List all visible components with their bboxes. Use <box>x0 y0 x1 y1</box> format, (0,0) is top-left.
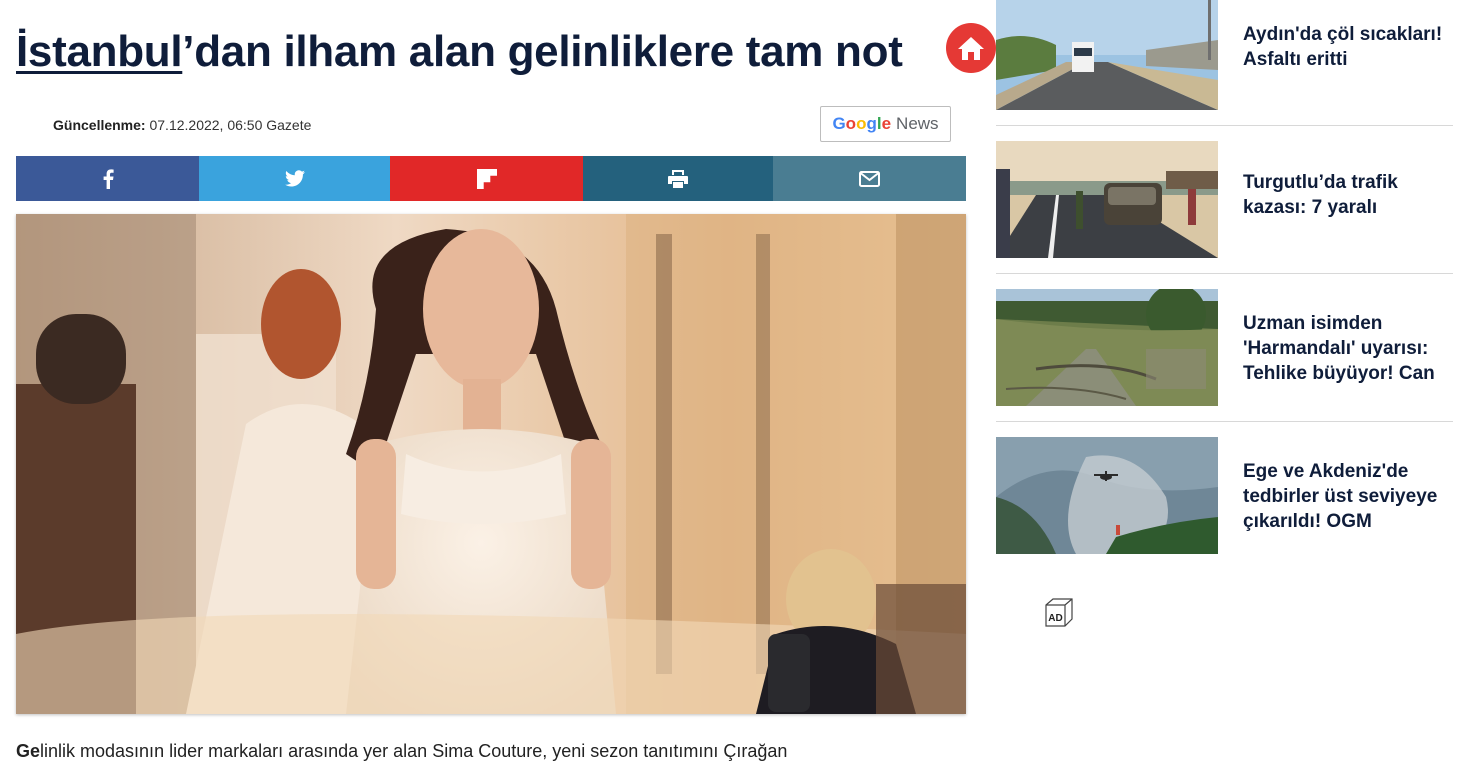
share-flipboard-button[interactable] <box>390 156 583 201</box>
share-twitter-button[interactable] <box>199 156 390 201</box>
news-thumbnail <box>996 289 1218 406</box>
share-bar <box>16 156 966 201</box>
article-lead: Gelinlik modasının lider markaları arası… <box>16 741 787 762</box>
related-news-item[interactable]: Uzman isimden 'Harmandalı' uyarısı: Tehl… <box>996 289 1453 407</box>
related-news-title: Uzman isimden 'Harmandalı' uyarısı: Tehl… <box>1243 313 1435 384</box>
news-thumbnail <box>996 0 1218 110</box>
title-rest: ’dan ilham alan gelinliklere tam not <box>182 27 903 76</box>
related-news-item[interactable]: Ege ve Akdeniz'de tedbirler üst seviyeye… <box>996 437 1453 555</box>
divider <box>996 421 1453 422</box>
google-logo-letter: G <box>832 114 846 133</box>
flipboard-icon <box>476 168 497 189</box>
share-print-button[interactable] <box>583 156 773 201</box>
lead-text: linlik modasının lider markaları arasınd… <box>40 741 788 761</box>
facebook-icon <box>103 168 114 189</box>
updated-label: Güncellenme: <box>53 117 146 133</box>
article-main: İstanbul’dan ilham alan gelinliklere tam… <box>0 0 996 763</box>
ad-choices-badge[interactable]: AD <box>1042 597 1075 630</box>
share-email-button[interactable] <box>773 156 966 201</box>
related-news-title: Turgutlu’da trafik kazası: 7 yaralı <box>1243 172 1398 218</box>
google-logo-letter: e <box>881 114 892 133</box>
home-button[interactable] <box>946 23 996 73</box>
lead-first-letters: Ge <box>16 741 41 761</box>
google-logo-letter: o <box>845 114 857 133</box>
ad-cube-icon: AD <box>1045 598 1073 627</box>
home-icon <box>958 37 984 60</box>
related-news-title: Ege ve Akdeniz'de tedbirler üst seviyeye… <box>1243 461 1438 532</box>
divider <box>996 273 1453 274</box>
title-keyword-link[interactable]: İstanbul <box>16 27 183 76</box>
google-news-button[interactable]: Google News <box>820 106 951 142</box>
related-news-title: Aydın'da çöl sıcakları! Asfaltı eritti <box>1243 24 1443 70</box>
news-thumbnail <box>996 141 1218 258</box>
related-news-item[interactable]: Turgutlu’da trafik kazası: 7 yaralı <box>996 141 1453 259</box>
ad-label: AD <box>1048 613 1062 624</box>
google-logo-letter: g <box>866 114 877 133</box>
share-facebook-button[interactable] <box>16 156 199 201</box>
article-title: İstanbul’dan ilham alan gelinliklere tam… <box>16 24 903 80</box>
print-icon <box>668 169 688 188</box>
twitter-icon <box>284 170 305 187</box>
news-thumbnail <box>996 437 1218 554</box>
google-logo-letter: o <box>856 114 867 133</box>
article-hero-image <box>16 214 966 714</box>
mail-icon <box>859 170 880 187</box>
google-logo: Google <box>832 114 891 134</box>
updated-info: Güncellenme: 07.12.2022, 06:50 Gazete <box>53 117 311 133</box>
updated-value: 07.12.2022, 06:50 Gazete <box>149 117 312 133</box>
related-news-item[interactable]: Aydın'da çöl sıcakları! Asfaltı eritti <box>996 0 1453 118</box>
google-news-label: News <box>896 114 939 133</box>
divider <box>996 125 1453 126</box>
